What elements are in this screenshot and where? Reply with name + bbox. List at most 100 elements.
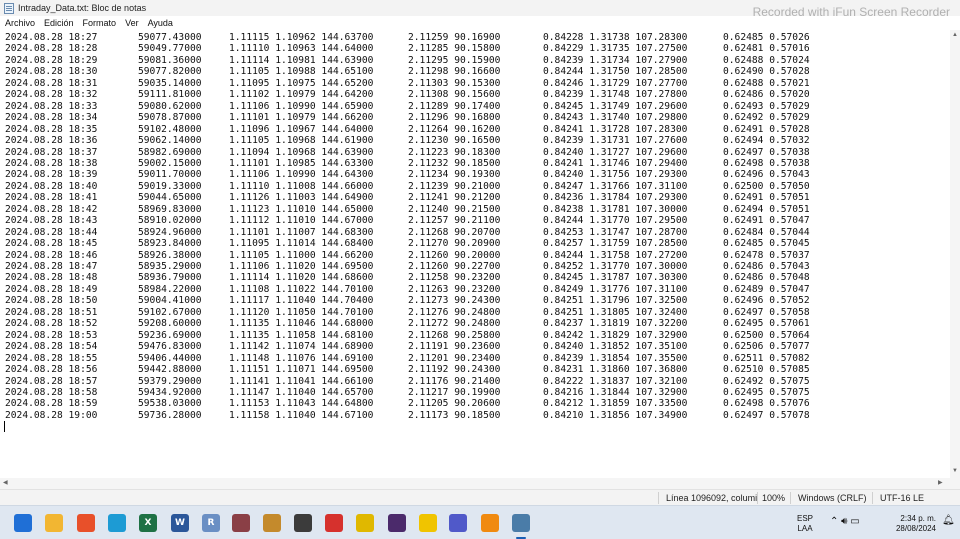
text-field: 0.84210 1.31856 107.34900 bbox=[543, 409, 688, 421]
menu-ver[interactable]: Ver bbox=[125, 18, 139, 28]
text-field: 2.11298 90.16600 bbox=[408, 66, 501, 78]
menu-archivo[interactable]: Archivo bbox=[5, 18, 35, 28]
text-field: 2024.08.28 18:57 bbox=[5, 375, 98, 387]
edge-icon[interactable] bbox=[108, 514, 126, 532]
excel-icon[interactable]: X bbox=[139, 514, 157, 532]
horizontal-scrollbar[interactable]: ◀ ▶ bbox=[0, 478, 960, 489]
app-icon-6[interactable] bbox=[419, 514, 437, 532]
app-icon-3[interactable] bbox=[294, 514, 312, 532]
language-code: ESP bbox=[797, 514, 814, 523]
text-field: 59062.14000 bbox=[138, 135, 202, 147]
scroll-right-icon[interactable]: ▶ bbox=[938, 479, 943, 486]
text-line: 2024.08.28 18:42 58969.83000 1.11123 1.110… bbox=[0, 204, 950, 215]
text-field: 2.11241 90.21200 bbox=[408, 192, 501, 204]
text-field: 59035.14000 bbox=[138, 77, 202, 89]
text-field: 0.62492 0.57029 bbox=[723, 112, 810, 124]
vertical-scrollbar[interactable]: ▲ ▼ bbox=[950, 30, 960, 478]
text-editor[interactable]: 2024.08.28 18:27 59077.43000 1.11115 1.109… bbox=[0, 30, 950, 478]
text-field: 0.62498 0.57038 bbox=[723, 157, 810, 169]
text-field: 0.62491 0.57047 bbox=[723, 215, 810, 227]
text-field: 1.11123 1.11010 144.65000 bbox=[229, 203, 374, 215]
text-field: 59049.77000 bbox=[138, 43, 202, 55]
text-field: 2024.08.28 18:39 bbox=[5, 169, 98, 181]
recorder-icon[interactable] bbox=[325, 514, 343, 532]
text-field: 0.84228 1.31738 107.28300 bbox=[543, 32, 688, 43]
text-field: 0.62490 0.57028 bbox=[723, 66, 810, 78]
language-indicator[interactable]: ESP LAA bbox=[797, 514, 813, 534]
text-field: 58923.84000 bbox=[138, 238, 202, 250]
scroll-left-icon[interactable]: ◀ bbox=[3, 479, 8, 486]
text-field: 2024.08.28 18:48 bbox=[5, 272, 98, 284]
menu-formato[interactable]: Formato bbox=[83, 18, 117, 28]
text-field: 1.11115 1.10962 144.63700 bbox=[229, 32, 374, 43]
tray-icons[interactable]: ⌃ 🔊︎ ▭ bbox=[830, 517, 860, 527]
text-field: 2.11308 90.15600 bbox=[408, 89, 501, 101]
notepad-icon[interactable] bbox=[512, 514, 530, 532]
word-icon[interactable]: W bbox=[171, 514, 189, 532]
text-field: 2024.08.28 18:53 bbox=[5, 329, 98, 341]
vlc-icon[interactable] bbox=[481, 514, 499, 532]
menu-edicion[interactable]: Edición bbox=[44, 18, 74, 28]
text-field: 2.11268 90.20700 bbox=[408, 226, 501, 238]
menu-bar: Archivo Edición Formato Ver Ayuda bbox=[0, 16, 960, 30]
app-icon-5[interactable] bbox=[388, 514, 406, 532]
text-field: 2.11257 90.21100 bbox=[408, 215, 501, 227]
r-icon[interactable]: R bbox=[202, 514, 220, 532]
text-field: 2.11289 90.17400 bbox=[408, 100, 501, 112]
text-line: 2024.08.28 18:57 59379.29000 1.11141 1.110… bbox=[0, 376, 950, 387]
text-field: 0.84245 1.31749 107.29600 bbox=[543, 100, 688, 112]
text-field: 2024.08.28 18:40 bbox=[5, 180, 98, 192]
menu-ayuda[interactable]: Ayuda bbox=[148, 18, 173, 28]
text-field: 0.84241 1.31746 107.29400 bbox=[543, 157, 688, 169]
scroll-up-icon[interactable]: ▲ bbox=[952, 32, 958, 38]
file-explorer-icon[interactable] bbox=[45, 514, 63, 532]
text-line: 2024.08.28 18:55 59406.44000 1.11148 1.110… bbox=[0, 353, 950, 364]
chevron-up-icon[interactable]: ⌃ bbox=[830, 516, 838, 527]
text-field: 2.11264 90.16200 bbox=[408, 123, 501, 135]
scroll-down-icon[interactable]: ▼ bbox=[952, 468, 958, 474]
text-line: 2024.08.28 18:31 59035.14000 1.11095 1.109… bbox=[0, 78, 950, 89]
text-field: 2.11285 90.15800 bbox=[408, 43, 501, 55]
text-field: 1.11110 1.10963 144.64000 bbox=[229, 43, 374, 55]
app-icon-4[interactable] bbox=[356, 514, 374, 532]
text-field: 0.62484 0.57044 bbox=[723, 226, 810, 238]
start-icon[interactable] bbox=[14, 514, 32, 532]
text-field: 2.11295 90.15900 bbox=[408, 54, 501, 66]
text-field: 0.62506 0.57077 bbox=[723, 341, 810, 353]
speaker-icon[interactable]: 🔊︎ bbox=[841, 516, 847, 527]
text-field: 0.84240 1.31852 107.35100 bbox=[543, 341, 688, 353]
text-field: 1.11153 1.11043 144.64800 bbox=[229, 398, 374, 410]
text-line: 2024.08.28 18:30 59077.82000 1.11105 1.109… bbox=[0, 66, 950, 77]
text-field: 1.11135 1.11058 144.68100 bbox=[229, 329, 374, 341]
notification-bell-icon[interactable]: 🔔︎ bbox=[942, 516, 955, 526]
text-line: 2024.08.28 18:58 59434.92000 1.11147 1.110… bbox=[0, 387, 950, 398]
text-field: 59208.60000 bbox=[138, 318, 202, 330]
text-field: 59078.87000 bbox=[138, 112, 202, 124]
text-line: 2024.08.28 18:35 59102.48000 1.11096 1.109… bbox=[0, 124, 950, 135]
app-icon-2[interactable] bbox=[263, 514, 281, 532]
teams-icon[interactable] bbox=[449, 514, 467, 532]
text-line: 2024.08.28 18:29 59081.36000 1.11114 1.109… bbox=[0, 55, 950, 66]
battery-icon[interactable]: ▭ bbox=[850, 516, 859, 527]
text-field: 2024.08.28 18:45 bbox=[5, 238, 98, 250]
app-icon-1[interactable] bbox=[232, 514, 250, 532]
text-field: 0.62486 0.57043 bbox=[723, 261, 810, 272]
text-field: 0.84241 1.31728 107.28300 bbox=[543, 123, 688, 135]
clock[interactable]: 2:34 p. m. 28/08/2024 bbox=[884, 514, 936, 534]
text-field: 2024.08.28 18:44 bbox=[5, 226, 98, 238]
text-field: 1.11141 1.11041 144.66100 bbox=[229, 375, 374, 387]
text-field: 1.11095 1.11014 144.68400 bbox=[229, 238, 374, 250]
text-field: 2024.08.28 18:42 bbox=[5, 203, 98, 215]
text-field: 2.11273 90.24300 bbox=[408, 295, 501, 307]
status-bar: Línea 1096092, columi 100% Windows (CRLF… bbox=[0, 489, 960, 505]
text-field: 2.11276 90.24800 bbox=[408, 306, 501, 318]
text-field: 0.62486 0.57048 bbox=[723, 272, 810, 284]
text-field: 2024.08.28 18:27 bbox=[5, 32, 98, 43]
brave-icon[interactable] bbox=[77, 514, 95, 532]
text-field: 0.84237 1.31819 107.32200 bbox=[543, 318, 688, 330]
text-field: 1.11135 1.11046 144.68000 bbox=[229, 318, 374, 330]
text-field: 59736.28000 bbox=[138, 409, 202, 421]
text-field: 0.84245 1.31787 107.30300 bbox=[543, 272, 688, 284]
text-line: 2024.08.28 18:52 59208.60000 1.11135 1.110… bbox=[0, 318, 950, 329]
text-field: 59081.36000 bbox=[138, 54, 202, 66]
